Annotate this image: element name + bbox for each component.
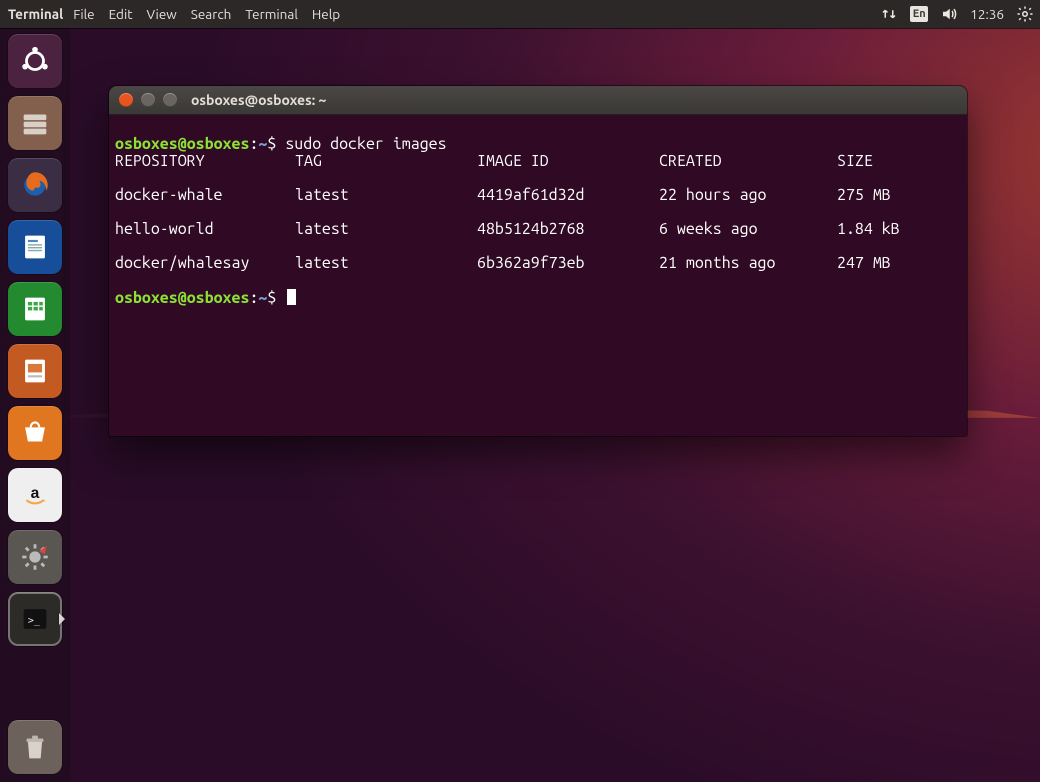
- window-titlebar[interactable]: osboxes@osboxes: ~: [109, 86, 967, 115]
- terminal-command: sudo docker images: [285, 135, 446, 153]
- amazon-icon[interactable]: a: [8, 468, 62, 522]
- terminal-cursor: [287, 289, 296, 305]
- window-maximize-button[interactable]: [163, 93, 177, 107]
- libreoffice-calc-icon[interactable]: [8, 282, 62, 336]
- cell-created: 6 weeks ago: [659, 221, 837, 238]
- prompt-at: @: [178, 135, 187, 153]
- col-image-id: IMAGE ID: [477, 153, 659, 170]
- col-tag: TAG: [295, 153, 477, 170]
- cell-image-id: 48b5124b2768: [477, 221, 659, 238]
- cell-tag: latest: [295, 221, 477, 238]
- cell-tag: latest: [295, 187, 477, 204]
- svg-text:>_: >_: [28, 615, 40, 626]
- window-minimize-button[interactable]: [141, 93, 155, 107]
- col-size: SIZE: [837, 153, 957, 170]
- prompt-symbol: $: [267, 289, 276, 307]
- terminal-prompt: osboxes@osboxes:~$: [115, 135, 276, 153]
- ubuntu-software-icon[interactable]: [8, 406, 62, 460]
- active-app-name: Terminal: [8, 6, 63, 22]
- unity-launcher: a >_: [0, 28, 70, 782]
- table-header-row: REPOSITORYTAGIMAGE IDCREATEDSIZE: [115, 153, 961, 170]
- top-panel: Terminal File Edit View Search Terminal …: [0, 0, 1040, 28]
- prompt-symbol: $: [267, 135, 276, 153]
- firefox-icon[interactable]: [8, 158, 62, 212]
- cell-image-id: 4419af61d32d: [477, 187, 659, 204]
- libreoffice-writer-icon[interactable]: [8, 220, 62, 274]
- window-title: osboxes@osboxes: ~: [191, 92, 326, 108]
- keyboard-language-indicator[interactable]: En: [910, 6, 928, 22]
- terminal-output[interactable]: osboxes@osboxes:~$ sudo docker images RE…: [109, 115, 967, 330]
- table-row: docker-whalelatest4419af61d32d22 hours a…: [115, 187, 961, 204]
- cell-image-id: 6b362a9f73eb: [477, 255, 659, 272]
- prompt-host: osboxes: [187, 289, 250, 307]
- col-repository: REPOSITORY: [115, 153, 295, 170]
- terminal-window: osboxes@osboxes: ~ osboxes@osboxes:~$ su…: [109, 86, 967, 436]
- cell-repository: docker-whale: [115, 187, 295, 204]
- menu-terminal[interactable]: File: [73, 6, 94, 22]
- clock[interactable]: 12:36: [970, 6, 1004, 22]
- cell-size: 275 MB: [837, 187, 957, 204]
- ubuntu-dash-icon[interactable]: [8, 34, 62, 88]
- cell-size: 247 MB: [837, 255, 957, 272]
- menu-edit[interactable]: View: [147, 6, 177, 22]
- prompt-user: osboxes: [115, 289, 178, 307]
- cell-size: 1.84 kB: [837, 221, 957, 238]
- prompt-user: osboxes: [115, 135, 178, 153]
- col-created: CREATED: [659, 153, 837, 170]
- trash-icon[interactable]: [8, 720, 62, 774]
- sound-icon[interactable]: [940, 5, 958, 23]
- cell-created: 22 hours ago: [659, 187, 837, 204]
- svg-text:a: a: [31, 485, 40, 502]
- cell-tag: latest: [295, 255, 477, 272]
- menu-view[interactable]: Search: [191, 6, 232, 22]
- network-icon[interactable]: [880, 5, 898, 23]
- prompt-at: @: [178, 289, 187, 307]
- session-gear-icon[interactable]: [1016, 5, 1034, 23]
- cell-created: 21 months ago: [659, 255, 837, 272]
- menu-search[interactable]: Terminal: [245, 6, 298, 22]
- table-row: hello-worldlatest48b5124b27686 weeks ago…: [115, 221, 961, 238]
- menu-file[interactable]: Edit: [109, 6, 133, 22]
- window-close-button[interactable]: [119, 93, 133, 107]
- cell-repository: hello-world: [115, 221, 295, 238]
- system-settings-icon[interactable]: [8, 530, 62, 584]
- files-icon[interactable]: [8, 96, 62, 150]
- menu-terminal-2[interactable]: Help: [312, 6, 340, 22]
- terminal-prompt: osboxes@osboxes:~$: [115, 289, 276, 307]
- libreoffice-impress-icon[interactable]: [8, 344, 62, 398]
- terminal-icon[interactable]: >_: [8, 592, 62, 646]
- system-tray: En 12:36: [880, 5, 1034, 23]
- prompt-host: osboxes: [187, 135, 250, 153]
- table-row: docker/whalesaylatest6b362a9f73eb21 mont…: [115, 255, 961, 272]
- cell-repository: docker/whalesay: [115, 255, 295, 272]
